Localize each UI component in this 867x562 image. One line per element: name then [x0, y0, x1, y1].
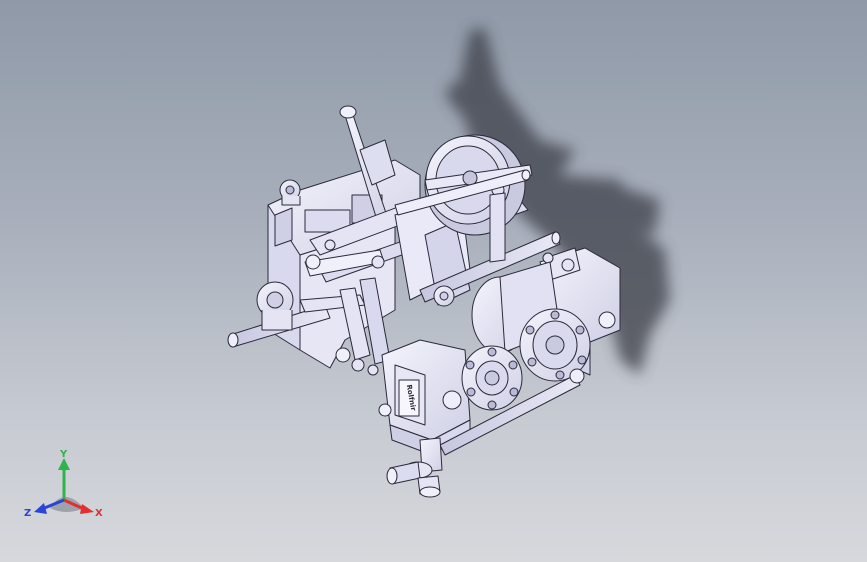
y-axis-label: Y: [59, 449, 68, 460]
coordinate-triad: Y X Z: [24, 449, 103, 519]
3d-viewport[interactable]: Rolfnir Y X Z: [0, 0, 867, 562]
z-axis-label: Z: [24, 508, 31, 519]
x-axis-arrow: [80, 504, 94, 514]
front-flange[interactable]: [461, 345, 523, 411]
x-axis-label: X: [95, 508, 103, 519]
z-axis-arrow: [34, 503, 47, 514]
model-scene[interactable]: Rolfnir: [0, 0, 867, 562]
nameplate: Rolfnir: [398, 379, 420, 417]
